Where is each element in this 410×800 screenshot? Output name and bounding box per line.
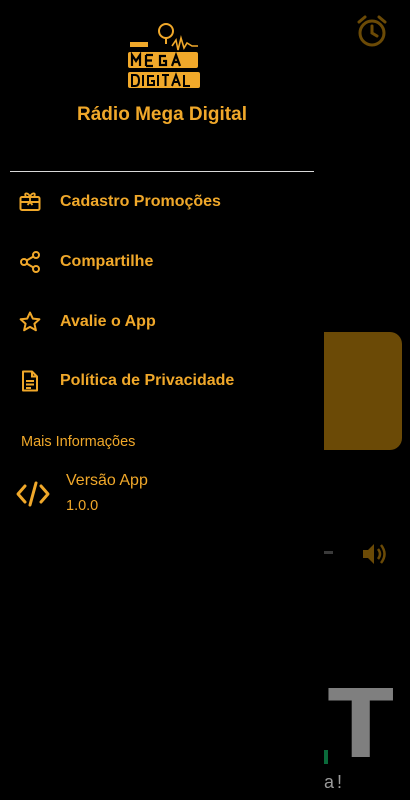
version-label: Versão App — [66, 472, 148, 489]
version-info: Versão App 1.0.0 — [0, 468, 324, 524]
menu-item-cadastro-promocoes[interactable]: Cadastro Promoções — [0, 174, 324, 230]
code-icon — [16, 481, 50, 507]
app-title: Rádio Mega Digital — [77, 104, 247, 125]
version-value: 1.0.0 — [66, 498, 99, 514]
menu-item-compartilhe[interactable]: Compartilhe — [0, 234, 324, 290]
menu-item-label: Cadastro Promoções — [60, 193, 221, 210]
section-title-mais-informacoes: Mais Informações — [21, 434, 136, 450]
menu-item-avalie-o-app[interactable]: Avalie o App — [0, 294, 324, 350]
document-icon — [22, 370, 38, 392]
background-tagline: a! — [324, 772, 346, 792]
star-outline-icon — [19, 311, 41, 332]
share-icon — [20, 251, 40, 273]
volume-slider[interactable] — [323, 551, 333, 554]
navigation-drawer: Rádio Mega Digital Cadastro Promoções Co… — [0, 0, 324, 800]
gift-card-icon — [19, 192, 41, 211]
divider — [10, 171, 314, 172]
alarm-clock-icon[interactable] — [355, 14, 389, 48]
radio-mega-digital-logo — [128, 23, 200, 88]
menu-item-label: Compartilhe — [60, 253, 154, 270]
menu-item-label: Política de Privacidade — [60, 372, 235, 389]
volume-icon[interactable] — [360, 540, 388, 568]
menu-item-label: Avalie o App — [60, 313, 156, 330]
menu-item-politica-de-privacidade[interactable]: Política de Privacidade — [0, 353, 324, 409]
